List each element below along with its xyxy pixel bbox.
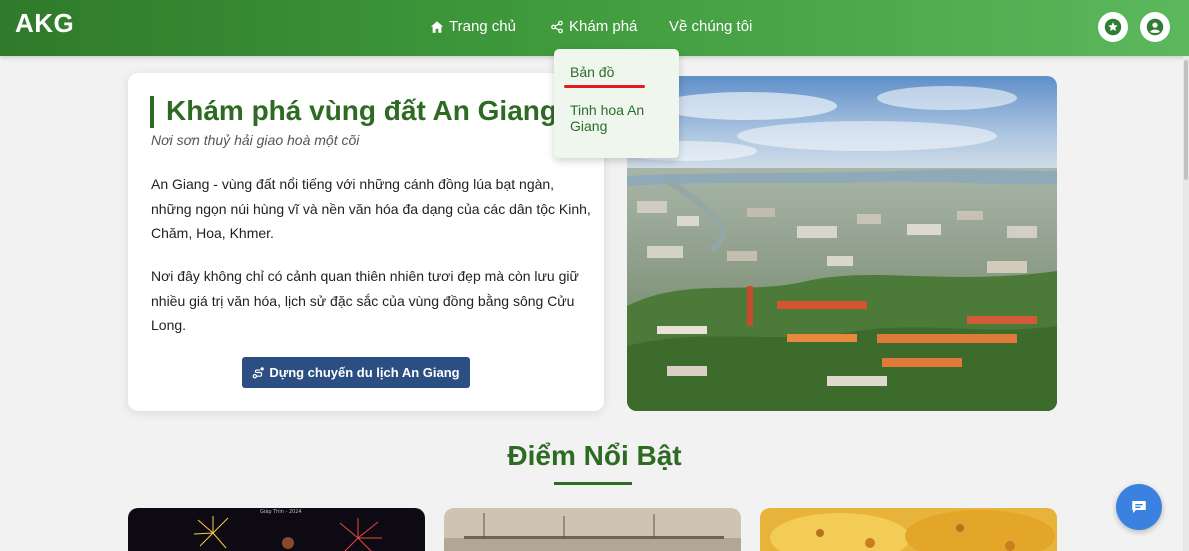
highlight-card-2[interactable] [444, 508, 741, 551]
nav-about-label: Về chúng tôi [669, 18, 753, 35]
nav-home-label: Trang chủ [449, 18, 516, 35]
highlight-card-3[interactable] [760, 508, 1057, 551]
hero-paragraph-2: Nơi đây không chỉ có cảnh quan thiên nhi… [151, 268, 579, 333]
nav-explore-label: Khám phá [569, 18, 638, 35]
hero-title: Khám phá vùng đất An Giang [166, 95, 557, 126]
account-button[interactable] [1140, 12, 1170, 42]
fireworks-image: Giáp Thìn - 2024 [128, 508, 425, 551]
dropdown-item-map[interactable]: Bản đồ [570, 64, 614, 80]
plan-trip-label: Dựng chuyến du lịch An Giang [269, 365, 460, 380]
banh-xeo-image [760, 508, 1057, 551]
nav-home-link[interactable]: Trang chủ [430, 18, 516, 35]
section-title: Điểm Nổi Bật [507, 440, 682, 471]
hero-subtitle: Nơi sơn thuỷ hải giao hoà một cõi [151, 132, 360, 148]
favorites-button[interactable] [1098, 12, 1128, 42]
nav-explore-link[interactable]: Khám phá [550, 18, 637, 35]
home-icon [430, 20, 444, 33]
route-icon [253, 367, 265, 379]
top-navbar: AKG Trang chủ Khám phá Về chúng tôi [0, 0, 1189, 56]
site-logo[interactable]: AKG [15, 8, 74, 39]
chat-button[interactable] [1116, 484, 1162, 530]
nav-about-link[interactable]: Về chúng tôi [669, 18, 752, 35]
historic-harbor-image [444, 508, 741, 551]
hero-aerial-image [627, 76, 1057, 411]
card-1-caption: Giáp Thìn - 2024 [260, 508, 302, 515]
dropdown-item-essence[interactable]: Tinh hoa An Giang [570, 102, 670, 134]
plan-trip-button[interactable]: Dựng chuyến du lịch An Giang [242, 357, 470, 388]
active-indicator [564, 85, 645, 88]
explore-dropdown: Bản đồ Tinh hoa An Giang [554, 49, 679, 158]
user-icon [1146, 18, 1164, 36]
section-underline [554, 482, 632, 485]
scrollbar-thumb[interactable] [1184, 60, 1188, 180]
hero-paragraph-1: An Giang - vùng đất nổi tiếng với những … [151, 176, 591, 241]
share-icon [551, 20, 563, 33]
highlight-card-1[interactable]: Giáp Thìn - 2024 [128, 508, 425, 551]
hero-card: Khám phá vùng đất An Giang Nơi sơn thuỷ … [128, 73, 604, 411]
star-icon [1104, 18, 1122, 36]
chat-icon [1132, 501, 1146, 513]
title-accent-bar [150, 96, 154, 128]
